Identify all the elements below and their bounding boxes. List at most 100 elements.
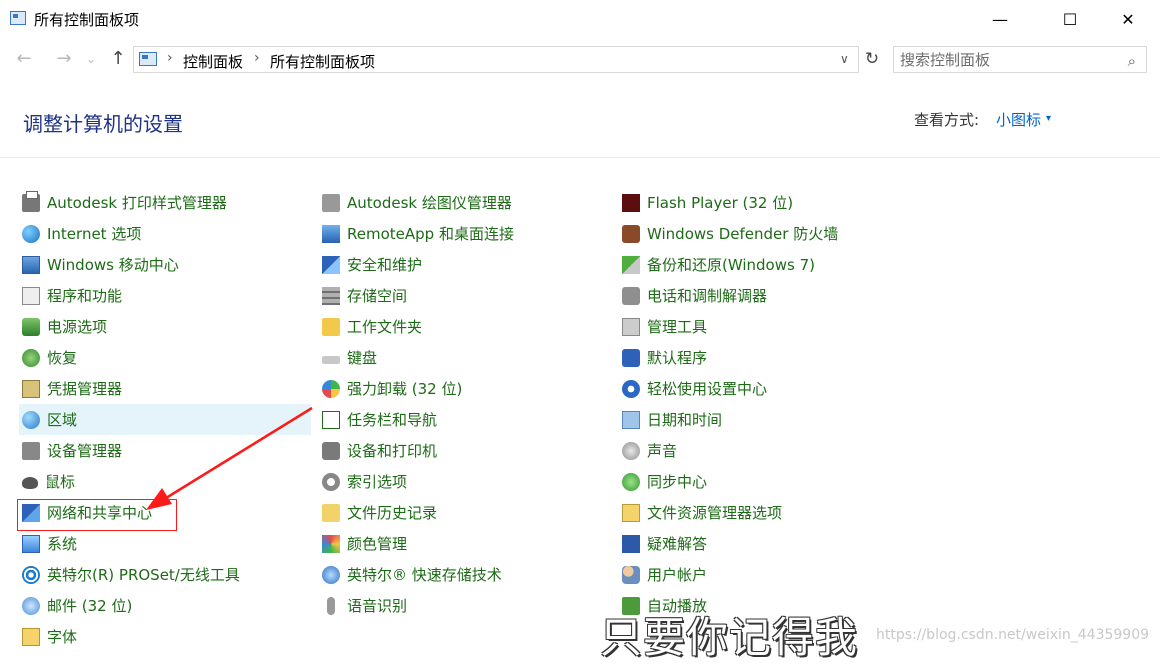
forward-arrow-icon[interactable]: → xyxy=(52,48,76,70)
cp-item-mail[interactable]: 邮件 (32 位) xyxy=(19,590,311,621)
search-box[interactable]: ⌕ xyxy=(893,46,1147,73)
cp-item-default-programs[interactable]: 默认程序 xyxy=(619,342,911,373)
item-label: 语音识别 xyxy=(347,597,408,615)
datetime-icon xyxy=(622,410,640,429)
cp-item-region[interactable]: 区域 xyxy=(19,404,311,435)
item-label: 区域 xyxy=(47,411,78,429)
maximize-button[interactable]: ☐ xyxy=(1047,0,1093,38)
cp-item-credentials[interactable]: 凭据管理器 xyxy=(19,373,311,404)
cp-item-keyboard[interactable]: 键盘 xyxy=(319,342,611,373)
item-label: 颜色管理 xyxy=(347,535,408,553)
item-label: 用户帐户 xyxy=(647,566,708,584)
item-label: Flash Player (32 位) xyxy=(647,194,794,212)
cp-item-date-time[interactable]: 日期和时间 xyxy=(619,404,911,435)
search-icon[interactable]: ⌕ xyxy=(1128,52,1136,70)
cp-item-taskbar[interactable]: 任务栏和导航 xyxy=(319,404,611,435)
item-label: 英特尔(R) PROSet/无线工具 xyxy=(47,566,240,584)
caret-down-icon[interactable]: ▾ xyxy=(1046,113,1051,124)
cp-item-sound[interactable]: 声音 xyxy=(619,435,911,466)
sound-icon xyxy=(622,441,640,460)
default-programs-icon xyxy=(622,348,640,367)
index-icon xyxy=(322,472,340,491)
cp-item-indexing[interactable]: 索引选项 xyxy=(319,466,611,497)
cp-item-color-management[interactable]: 颜色管理 xyxy=(319,528,611,559)
item-label: Autodesk 打印样式管理器 xyxy=(47,194,227,212)
cp-item-remoteapp[interactable]: RemoteApp 和桌面连接 xyxy=(319,218,611,249)
watermark-url: https://blog.csdn.net/weixin_44359909 xyxy=(876,627,1150,643)
programs-icon xyxy=(22,286,40,305)
item-label: 邮件 (32 位) xyxy=(47,597,133,615)
device-manager-icon xyxy=(22,441,40,460)
recent-locations-icon[interactable]: ⌄ xyxy=(82,48,100,70)
chevron-down-icon[interactable]: ∨ xyxy=(840,52,849,66)
cp-item-intel-proset[interactable]: 英特尔(R) PROSet/无线工具 xyxy=(19,559,311,590)
item-label: 疑难解答 xyxy=(647,535,708,553)
cp-item-backup-restore[interactable]: 备份和还原(Windows 7) xyxy=(619,249,911,280)
item-label: 设备和打印机 xyxy=(347,442,438,460)
flash-icon xyxy=(622,193,640,212)
breadcrumb-control-panel[interactable]: 控制面板 xyxy=(183,51,243,72)
cp-item-troubleshooting[interactable]: 疑难解答 xyxy=(619,528,911,559)
cp-item-file-history[interactable]: 文件历史记录 xyxy=(319,497,611,528)
chevron-right-icon[interactable]: › xyxy=(167,50,173,66)
cp-item-explorer-options[interactable]: 文件资源管理器选项 xyxy=(619,497,911,528)
item-label: Windows 移动中心 xyxy=(47,256,179,274)
cp-item-fonts[interactable]: 字体 xyxy=(19,621,311,652)
cp-item-storage-spaces[interactable]: 存储空间 xyxy=(319,280,611,311)
cp-item-intel-rst[interactable]: 英特尔® 快速存储技术 xyxy=(319,559,611,590)
cp-item-flash-player[interactable]: Flash Player (32 位) xyxy=(619,187,911,218)
address-field[interactable]: › 控制面板 › 所有控制面板项 ∨ xyxy=(133,46,859,73)
explorer-options-icon xyxy=(622,503,640,522)
ease-of-access-icon xyxy=(622,379,640,398)
up-arrow-icon[interactable]: ↑ xyxy=(106,48,130,70)
refresh-icon[interactable]: ↻ xyxy=(860,46,884,73)
cp-item-device-manager[interactable]: 设备管理器 xyxy=(19,435,311,466)
breadcrumb-all-items[interactable]: 所有控制面板项 xyxy=(270,51,375,72)
wireless-icon xyxy=(22,565,40,584)
item-label: RemoteApp 和桌面连接 xyxy=(347,225,514,243)
cp-item-devices-printers[interactable]: 设备和打印机 xyxy=(319,435,611,466)
annotation-highlight-box xyxy=(17,499,177,531)
item-label: 声音 xyxy=(647,442,678,460)
system-icon xyxy=(22,534,40,553)
firewall-icon xyxy=(622,224,640,243)
cp-item-mouse[interactable]: 鼠标 xyxy=(19,466,311,497)
cp-item-power[interactable]: 电源选项 xyxy=(19,311,311,342)
item-label: 文件资源管理器选项 xyxy=(647,504,783,522)
cp-item-autodesk-print-style[interactable]: Autodesk 打印样式管理器 xyxy=(19,187,311,218)
cp-item-work-folders[interactable]: 工作文件夹 xyxy=(319,311,611,342)
power-icon xyxy=(22,317,40,336)
cp-item-ease-of-access[interactable]: 轻松使用设置中心 xyxy=(619,373,911,404)
cp-item-uninstaller[interactable]: 强力卸载 (32 位) xyxy=(319,373,611,404)
cp-item-user-accounts[interactable]: 用户帐户 xyxy=(619,559,911,590)
cp-item-mobility-center[interactable]: Windows 移动中心 xyxy=(19,249,311,280)
cp-item-autodesk-plotter[interactable]: Autodesk 绘图仪管理器 xyxy=(319,187,611,218)
item-label: 字体 xyxy=(47,628,78,646)
back-arrow-icon[interactable]: ← xyxy=(12,48,36,70)
cp-item-security-maintenance[interactable]: 安全和维护 xyxy=(319,249,611,280)
minimize-button[interactable]: — xyxy=(977,0,1023,38)
cp-item-phone-modem[interactable]: 电话和调制解调器 xyxy=(619,280,911,311)
item-label: 索引选项 xyxy=(347,473,408,491)
cp-item-programs[interactable]: 程序和功能 xyxy=(19,280,311,311)
mobility-icon xyxy=(22,255,40,274)
item-label: 强力卸载 (32 位) xyxy=(347,380,463,398)
mouse-icon xyxy=(22,477,38,489)
cp-item-speech[interactable]: 语音识别 xyxy=(319,590,611,621)
chevron-right-icon[interactable]: › xyxy=(254,50,260,66)
header-divider xyxy=(0,157,1160,158)
uninstall-icon xyxy=(322,379,340,398)
cp-item-sync-center[interactable]: 同步中心 xyxy=(619,466,911,497)
item-label: 安全和维护 xyxy=(347,256,423,274)
close-button[interactable]: ✕ xyxy=(1105,0,1151,38)
cp-item-defender-firewall[interactable]: Windows Defender 防火墙 xyxy=(619,218,911,249)
view-by-dropdown[interactable]: 小图标 xyxy=(996,109,1041,130)
view-by-label: 查看方式: xyxy=(914,111,980,129)
microphone-icon xyxy=(327,596,335,615)
search-input[interactable] xyxy=(900,50,1100,69)
item-label: 管理工具 xyxy=(647,318,708,336)
cp-item-admin-tools[interactable]: 管理工具 xyxy=(619,311,911,342)
cp-item-recovery[interactable]: 恢复 xyxy=(19,342,311,373)
cp-item-system[interactable]: 系统 xyxy=(19,528,311,559)
cp-item-internet-options[interactable]: Internet 选项 xyxy=(19,218,311,249)
